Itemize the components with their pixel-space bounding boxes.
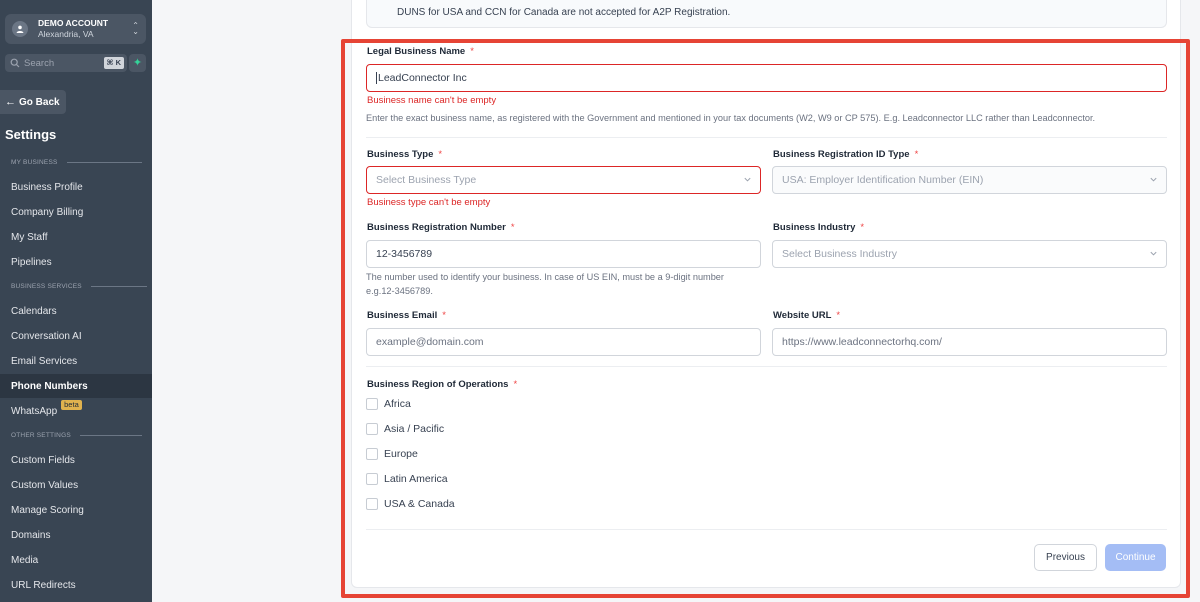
- industry-label: Business Industry *: [773, 222, 865, 233]
- checkbox[interactable]: [366, 423, 378, 435]
- sidebar-item-pipelines[interactable]: Pipelines: [0, 250, 152, 274]
- section-other-settings: OTHER SETTINGS: [11, 432, 142, 439]
- search-icon: [10, 58, 20, 68]
- sparkle-icon[interactable]: ✦: [129, 54, 146, 72]
- region-checkbox-europe[interactable]: Europe: [366, 448, 418, 460]
- registration-number-input[interactable]: 12-3456789: [366, 240, 761, 268]
- regions-label: Business Region of Operations *: [367, 379, 518, 390]
- legal-name-value: LeadConnector Inc: [378, 72, 467, 84]
- checkbox[interactable]: [366, 498, 378, 510]
- email-field[interactable]: example@domain.com: [366, 328, 761, 356]
- sidebar-item-phone-numbers[interactable]: Phone Numbers: [0, 374, 152, 398]
- website-label: Website URL *: [773, 310, 841, 321]
- business-type-error: Business type can't be empty: [367, 197, 491, 208]
- account-name: DEMO ACCOUNT: [38, 18, 109, 28]
- website-field[interactable]: https://www.leadconnectorhq.com/: [772, 328, 1167, 356]
- email-placeholder: example@domain.com: [376, 336, 484, 348]
- region-checkbox-latin-america[interactable]: Latin America: [366, 473, 448, 485]
- business-type-label: Business Type *: [367, 149, 443, 160]
- business-type-select[interactable]: Select Business Type: [366, 166, 761, 194]
- website-placeholder: https://www.leadconnectorhq.com/: [782, 336, 942, 348]
- sidebar-item-my-staff[interactable]: My Staff: [0, 225, 152, 249]
- sidebar-item-custom-values[interactable]: Custom Values: [0, 473, 152, 497]
- a2p-notice: DUNS for USA and CCN for Canada are not …: [366, 0, 1167, 28]
- registration-id-type-select[interactable]: USA: Employer Identification Number (EIN…: [772, 166, 1167, 194]
- chevron-down-icon: [1150, 177, 1157, 182]
- section-business-services: BUSINESS SERVICES: [11, 283, 147, 290]
- sidebar-item-calendars[interactable]: Calendars: [0, 299, 152, 323]
- checkbox[interactable]: [366, 448, 378, 460]
- registration-number-help-2: e.g.12-3456789.: [366, 286, 433, 296]
- checkbox[interactable]: [366, 473, 378, 485]
- chevron-down-icon: [744, 177, 751, 182]
- divider: [366, 137, 1167, 138]
- legal-name-error: Business name can't be empty: [367, 95, 497, 106]
- sidebar-item-media[interactable]: Media: [0, 548, 152, 572]
- go-back-button[interactable]: ← Go Back: [0, 90, 66, 114]
- registration-number-label: Business Registration Number *: [367, 222, 515, 233]
- sidebar-item-custom-fields[interactable]: Custom Fields: [0, 448, 152, 472]
- sidebar-item-whatsapp[interactable]: WhatsApp beta: [0, 399, 152, 423]
- email-label: Business Email *: [367, 310, 446, 321]
- region-checkbox-africa[interactable]: Africa: [366, 398, 411, 410]
- chevron-updown-icon: ⌃ ⌄: [132, 21, 139, 36]
- sidebar: DEMO ACCOUNT Alexandria, VA ⌃ ⌄ Search ⌘ …: [0, 0, 152, 602]
- sidebar-item-url-redirects[interactable]: URL Redirects: [0, 573, 152, 597]
- industry-select[interactable]: Select Business Industry: [772, 240, 1167, 268]
- sidebar-item-email-services[interactable]: Email Services: [0, 349, 152, 373]
- region-checkbox-asia-pacific[interactable]: Asia / Pacific: [366, 423, 444, 435]
- search-shortcut: ⌘ K: [103, 57, 124, 69]
- account-location: Alexandria, VA: [38, 29, 94, 39]
- settings-title: Settings: [5, 127, 57, 142]
- business-type-placeholder: Select Business Type: [376, 174, 477, 186]
- checkbox[interactable]: [366, 398, 378, 410]
- sidebar-item-company-billing[interactable]: Company Billing: [0, 200, 152, 224]
- chevron-down-icon: [1150, 251, 1157, 256]
- divider: [366, 366, 1167, 367]
- search-placeholder: Search: [24, 57, 55, 69]
- sidebar-item-label: WhatsApp: [11, 405, 58, 417]
- sidebar-item-domains[interactable]: Domains: [0, 523, 152, 547]
- legal-name-input[interactable]: LeadConnector Inc: [366, 64, 1167, 92]
- legal-name-help: Enter the exact business name, as regist…: [366, 113, 1096, 123]
- user-icon: [12, 21, 28, 37]
- registration-number-help-1: The number used to identify your busines…: [366, 272, 724, 282]
- sidebar-item-manage-scoring[interactable]: Manage Scoring: [0, 498, 152, 522]
- go-back-label: Go Back: [19, 96, 60, 108]
- previous-button[interactable]: Previous: [1034, 544, 1097, 571]
- continue-button[interactable]: Continue: [1105, 544, 1166, 571]
- beta-badge: beta: [61, 400, 82, 410]
- sidebar-item-business-profile[interactable]: Business Profile: [0, 175, 152, 199]
- account-switcher[interactable]: DEMO ACCOUNT Alexandria, VA ⌃ ⌄: [5, 14, 146, 44]
- region-checkbox-usa-canada[interactable]: USA & Canada: [366, 498, 455, 510]
- registration-id-type-label: Business Registration ID Type *: [773, 149, 919, 160]
- registration-id-type-value: USA: Employer Identification Number (EIN…: [782, 174, 984, 186]
- registration-number-value: 12-3456789: [376, 248, 433, 260]
- search-input[interactable]: Search ⌘ K: [5, 54, 127, 72]
- industry-placeholder: Select Business Industry: [782, 248, 897, 260]
- sidebar-item-conversation-ai[interactable]: Conversation AI: [0, 324, 152, 348]
- divider: [366, 529, 1167, 530]
- text-cursor: [376, 72, 377, 84]
- arrow-left-icon: ←: [5, 96, 16, 108]
- section-my-business: MY BUSINESS: [11, 159, 142, 166]
- legal-name-label: Legal Business Name *: [367, 46, 474, 57]
